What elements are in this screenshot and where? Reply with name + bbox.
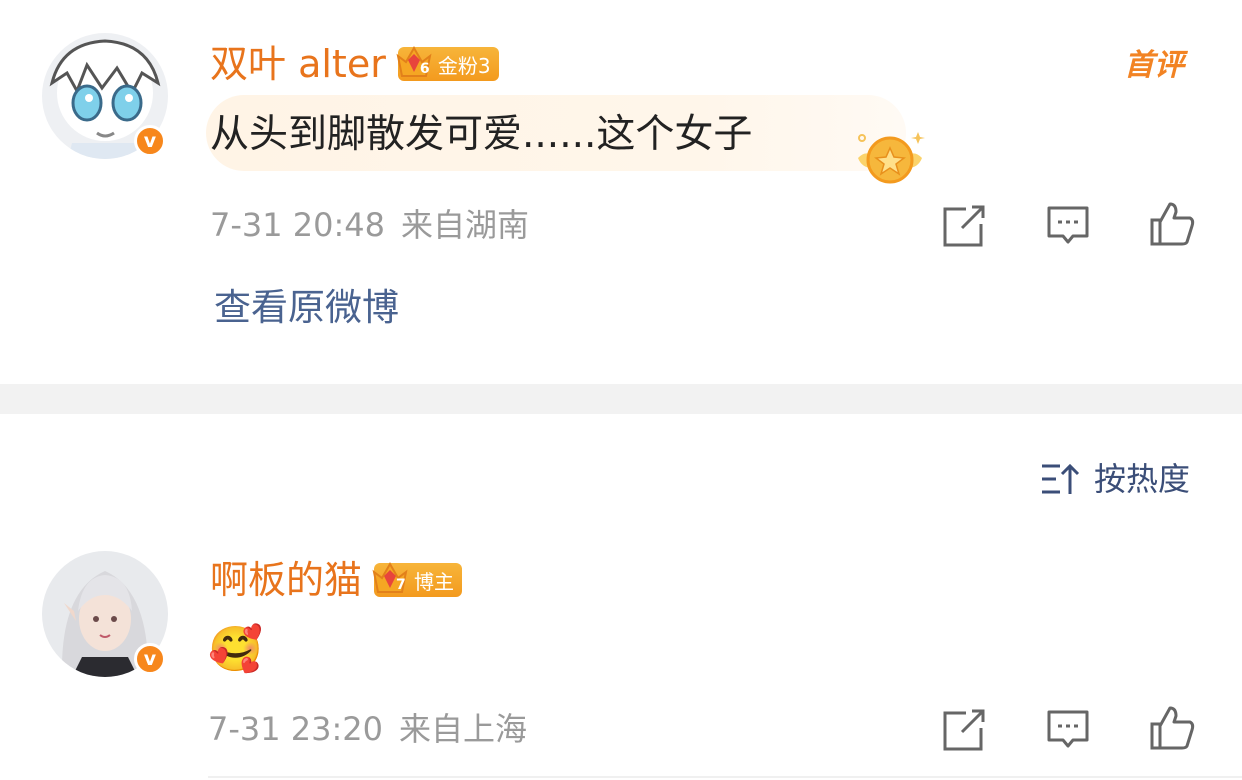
like-icon [1150,706,1195,750]
sort-label: 按热度 [1094,460,1191,498]
share-icon [943,709,985,751]
verified-badge: v [134,125,166,157]
username[interactable]: 啊板的猫 [210,558,362,602]
comment-icon [1047,710,1089,748]
emoji-comment: 🥰 [208,624,263,675]
share-icon [943,205,985,247]
share-button[interactable] [938,200,990,252]
comment-2-meta: 7-31 23:20 来自上海 [208,710,527,748]
row-divider [208,776,1242,778]
comment-icon [1047,206,1089,244]
like-icon [1150,202,1195,246]
share-button[interactable] [938,704,990,756]
comment-2: v [42,551,168,677]
like-button[interactable] [1146,702,1198,754]
verified-badge: v [134,643,166,675]
timestamp: 7-31 20:48 [210,206,386,244]
fan-badge[interactable]: 金粉3 6 [396,45,499,81]
comment-1-header: 双叶 alter 金粉3 6 [210,42,499,86]
section-divider [0,384,1242,414]
comment-2-header: 啊板的猫 博主 7 [210,558,463,602]
comment-button[interactable] [1042,200,1094,252]
comment-1-meta: 7-31 20:48 来自湖南 [210,206,529,244]
fan-level: 6 [419,61,430,77]
star-medal-icon [858,132,925,184]
view-original-link[interactable]: 查看原微博 [214,286,399,330]
like-button[interactable] [1146,198,1198,250]
fan-level: 7 [396,577,406,593]
username[interactable]: 双叶 alter [210,42,386,86]
sort-control[interactable]: 按热度 [1040,460,1190,498]
location: 来自湖南 [401,206,530,244]
hot-tag: 首评 [1124,48,1184,83]
fan-badge[interactable]: 博主 7 [372,561,463,597]
timestamp: 7-31 23:20 [208,710,384,748]
comment-text: 从头到脚散发可爱......这个女子 [210,112,753,157]
location: 来自上海 [399,710,528,748]
comment-1: v [42,33,168,159]
comment-button[interactable] [1042,704,1094,756]
sort-icon [1042,463,1080,494]
